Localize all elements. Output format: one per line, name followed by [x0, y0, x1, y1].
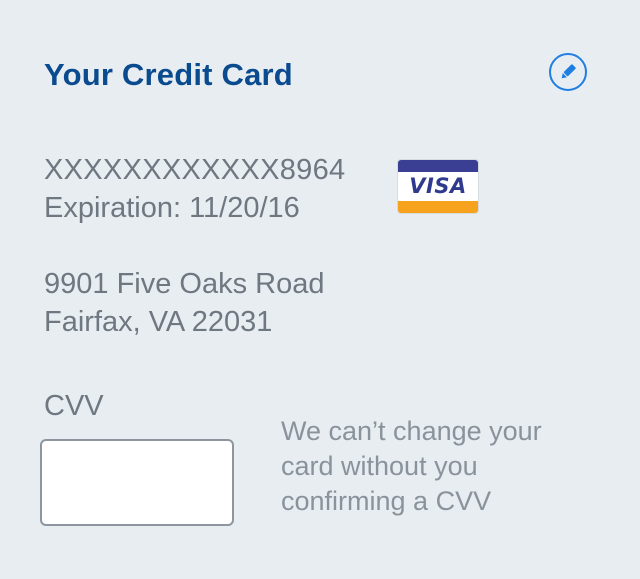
credit-card-panel: Your Credit Card XXXXXXXXXXXX8964 Expira…	[0, 0, 640, 579]
page-title: Your Credit Card	[44, 57, 293, 92]
pencil-icon	[558, 62, 578, 82]
edit-button[interactable]	[549, 53, 587, 91]
cvv-help-text: We can’t change your card without you co…	[281, 416, 542, 516]
cvv-input[interactable]	[40, 439, 234, 526]
visa-logo-top-band	[398, 160, 478, 172]
visa-logo-text: VISA	[409, 174, 467, 198]
card-number: XXXXXXXXXXXX8964	[44, 154, 346, 186]
visa-logo-bottom-band	[398, 201, 478, 213]
address-line-2: Fairfax, VA 22031	[44, 306, 273, 338]
cvv-label: CVV	[44, 390, 104, 422]
address-line-1: 9901 Five Oaks Road	[44, 268, 325, 300]
card-expiration: Expiration: 11/20/16	[44, 192, 300, 224]
visa-logo: VISA	[398, 160, 478, 213]
